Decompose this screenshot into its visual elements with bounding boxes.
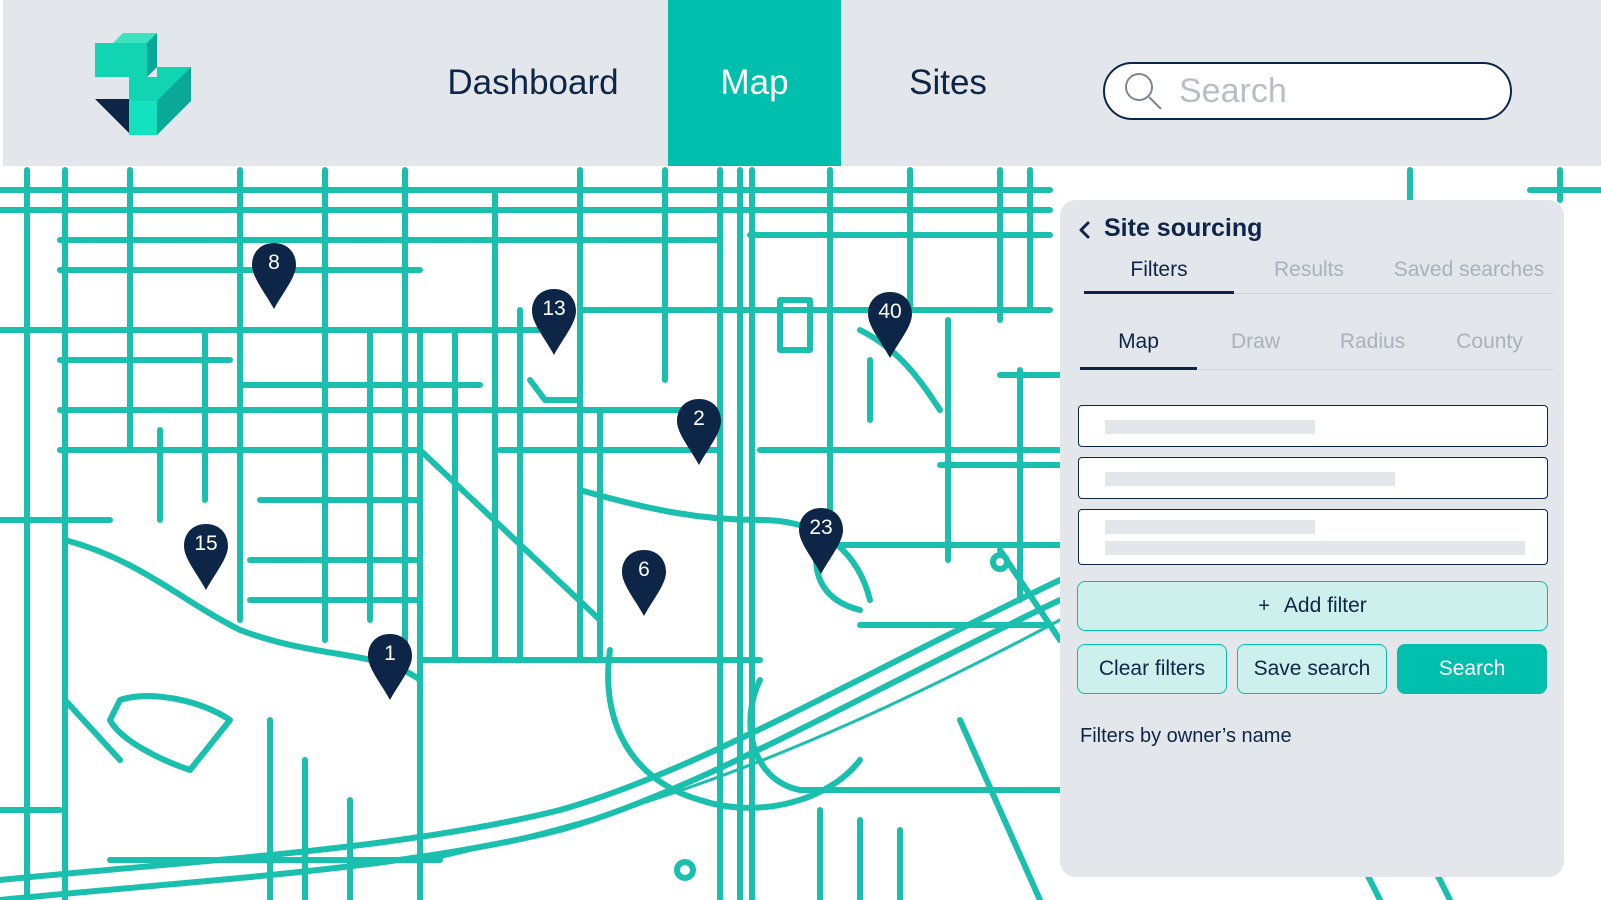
map-marker[interactable]: 40: [866, 290, 914, 360]
save-search-button[interactable]: Save search: [1237, 644, 1387, 694]
nav-sites[interactable]: Sites: [883, 0, 1013, 166]
plus-icon: +: [1258, 594, 1270, 617]
top-navigation-bar: Dashboard Map Sites: [3, 0, 1601, 166]
tab-results[interactable]: Results: [1234, 258, 1384, 294]
site-sourcing-panel: Site sourcing Filters Results Saved sear…: [1060, 200, 1564, 877]
map-marker[interactable]: 8: [250, 241, 298, 311]
clear-filters-button[interactable]: Clear filters: [1077, 644, 1227, 694]
nav-map[interactable]: Map: [668, 0, 841, 166]
filter-hint-text: Filters by owner’s name: [1080, 725, 1292, 747]
add-filter-label: Add filter: [1283, 594, 1367, 617]
search-icon: [1125, 73, 1162, 110]
subtab-county[interactable]: County: [1431, 330, 1548, 370]
subtab-radius[interactable]: Radius: [1314, 330, 1431, 370]
marker-count: 13: [542, 297, 566, 320]
brand-logo-icon[interactable]: [95, 33, 195, 135]
marker-count: 1: [384, 642, 396, 665]
nav-dashboard[interactable]: Dashboard: [423, 0, 643, 166]
filter-field[interactable]: [1078, 457, 1548, 499]
placeholder-line: [1105, 520, 1315, 534]
map-marker[interactable]: 1: [366, 632, 414, 702]
placeholder-line: [1105, 420, 1315, 434]
subtab-draw[interactable]: Draw: [1197, 330, 1314, 370]
panel-title: Site sourcing: [1104, 214, 1263, 242]
chevron-left-icon[interactable]: [1074, 217, 1094, 243]
search-input[interactable]: [1179, 71, 1479, 111]
map-marker[interactable]: 15: [182, 522, 230, 592]
marker-count: 15: [194, 532, 218, 555]
filter-field[interactable]: [1078, 405, 1548, 447]
tab-saved-searches[interactable]: Saved searches: [1384, 258, 1554, 294]
placeholder-line: [1105, 472, 1395, 486]
map-marker[interactable]: 13: [530, 287, 578, 357]
marker-count: 6: [638, 558, 650, 581]
subtab-map[interactable]: Map: [1080, 330, 1197, 370]
global-search-box[interactable]: [1103, 62, 1512, 120]
marker-count: 40: [878, 300, 902, 323]
placeholder-line: [1105, 541, 1525, 555]
map-marker[interactable]: 2: [675, 397, 723, 467]
panel-tabs: Filters Results Saved searches: [1084, 258, 1554, 294]
search-button[interactable]: Search: [1397, 644, 1547, 694]
tab-filters[interactable]: Filters: [1084, 258, 1234, 294]
map-marker[interactable]: 23: [797, 506, 845, 576]
map-marker[interactable]: 6: [620, 548, 668, 618]
add-filter-button[interactable]: + Add filter: [1077, 581, 1548, 631]
filter-mode-tabs: Map Draw Radius County: [1080, 330, 1554, 370]
marker-count: 2: [693, 407, 705, 430]
marker-count: 8: [268, 251, 280, 274]
marker-count: 23: [809, 516, 833, 539]
filter-field[interactable]: [1078, 509, 1548, 565]
